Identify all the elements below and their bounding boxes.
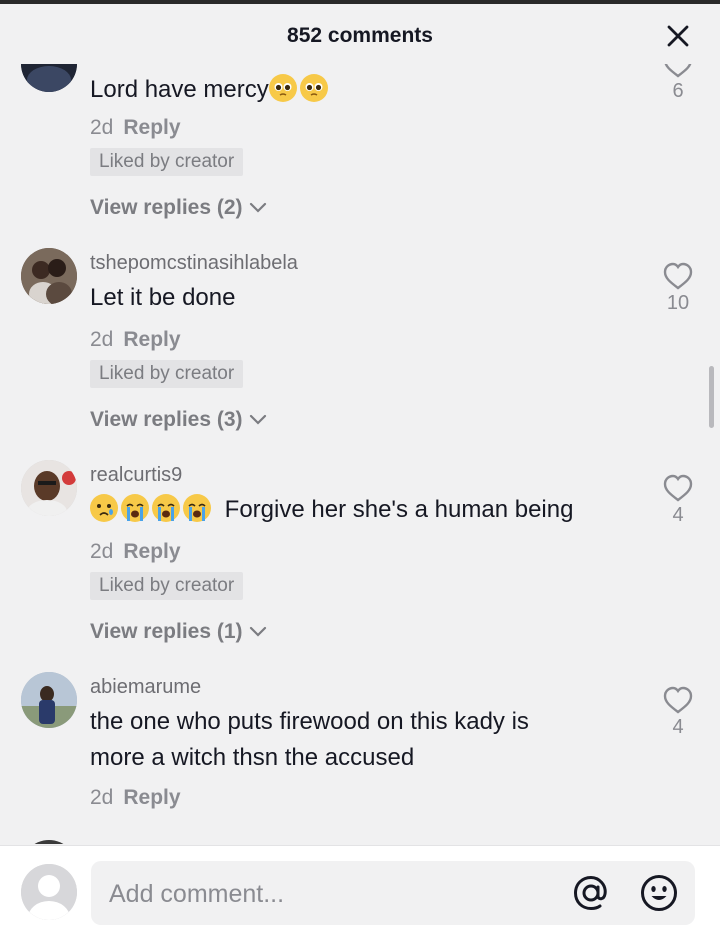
pleading-face-emoji — [299, 74, 328, 102]
comments-count-title: 852 comments — [287, 24, 433, 47]
chevron-down-icon — [249, 202, 266, 213]
loudly-crying-face-emoji — [183, 494, 211, 522]
comment-input-container — [91, 861, 695, 927]
comments-header: 852 comments — [0, 4, 720, 64]
close-icon[interactable] — [666, 24, 690, 48]
comment-text: Forgive her she's a human being — [90, 492, 573, 528]
scrollbar[interactable] — [709, 366, 714, 428]
comment-username[interactable]: tshepomcstinasihlabela — [90, 252, 298, 275]
liked-by-creator-badge: Liked by creator — [90, 572, 244, 600]
smiley-icon[interactable] — [639, 873, 679, 913]
reply-button[interactable]: Reply — [123, 786, 180, 809]
comment-input[interactable] — [107, 861, 551, 927]
liked-by-creator-badge: Liked by creator — [90, 360, 244, 388]
heart-outline-icon — [663, 262, 693, 290]
loudly-crying-face-emoji — [121, 494, 149, 522]
comment-time: 2d — [90, 786, 114, 809]
comment-input-bar — [0, 845, 720, 936]
like-button[interactable]: 4 — [662, 684, 694, 739]
chevron-down-icon — [249, 414, 266, 425]
like-count: 4 — [672, 504, 684, 526]
like-button[interactable]: 10 — [662, 260, 694, 315]
heart-outline-icon — [663, 686, 693, 714]
avatar[interactable] — [21, 248, 77, 304]
pleading-face-emoji — [268, 74, 297, 102]
avatar[interactable] — [21, 840, 77, 844]
avatar[interactable] — [21, 460, 77, 516]
comment-time: 2d — [90, 116, 114, 139]
comment-text: Lord have mercy — [90, 72, 331, 108]
like-count: 6 — [672, 80, 684, 102]
comment-text: Let it be done — [90, 284, 236, 311]
heart-outline-icon — [664, 64, 692, 78]
comment-username[interactable]: realcurtis9 — [90, 464, 182, 487]
comment-text-line-2: more a witch thsn the accused — [90, 744, 415, 771]
like-count: 4 — [672, 716, 684, 738]
at-sign-icon[interactable] — [571, 873, 611, 913]
comment-meta: 2d Reply — [90, 540, 181, 564]
avatar[interactable] — [21, 672, 77, 728]
comment-text-line-1: the one who puts firewood on this kady i… — [90, 708, 529, 735]
reply-button[interactable]: Reply — [123, 540, 180, 563]
comment-username[interactable]: abiemarume — [90, 676, 201, 699]
reply-button[interactable]: Reply — [123, 116, 180, 139]
liked-by-creator-badge: Liked by creator — [90, 148, 244, 176]
comment-meta: 2d Reply — [90, 116, 181, 140]
view-replies-button[interactable]: View replies (2) — [90, 196, 267, 220]
like-button[interactable]: 4 — [662, 472, 694, 527]
comment-time: 2d — [90, 328, 114, 351]
chevron-down-icon — [249, 626, 266, 637]
comment-meta: 2d Reply — [90, 786, 181, 810]
crying-face-emoji — [90, 494, 118, 522]
comment-list[interactable]: Lord have mercy 2d Reply Liked by creator… — [0, 64, 720, 844]
like-count: 10 — [666, 292, 690, 314]
avatar[interactable] — [21, 64, 77, 92]
reply-button[interactable]: Reply — [123, 328, 180, 351]
like-button[interactable]: 6 — [662, 64, 694, 103]
loudly-crying-face-emoji — [152, 494, 180, 522]
heart-outline-icon — [663, 474, 693, 502]
comment-time: 2d — [90, 540, 114, 563]
comment-meta: 2d Reply — [90, 328, 181, 352]
avatar[interactable] — [21, 864, 77, 920]
view-replies-button[interactable]: View replies (3) — [90, 408, 267, 432]
view-replies-button[interactable]: View replies (1) — [90, 620, 267, 644]
